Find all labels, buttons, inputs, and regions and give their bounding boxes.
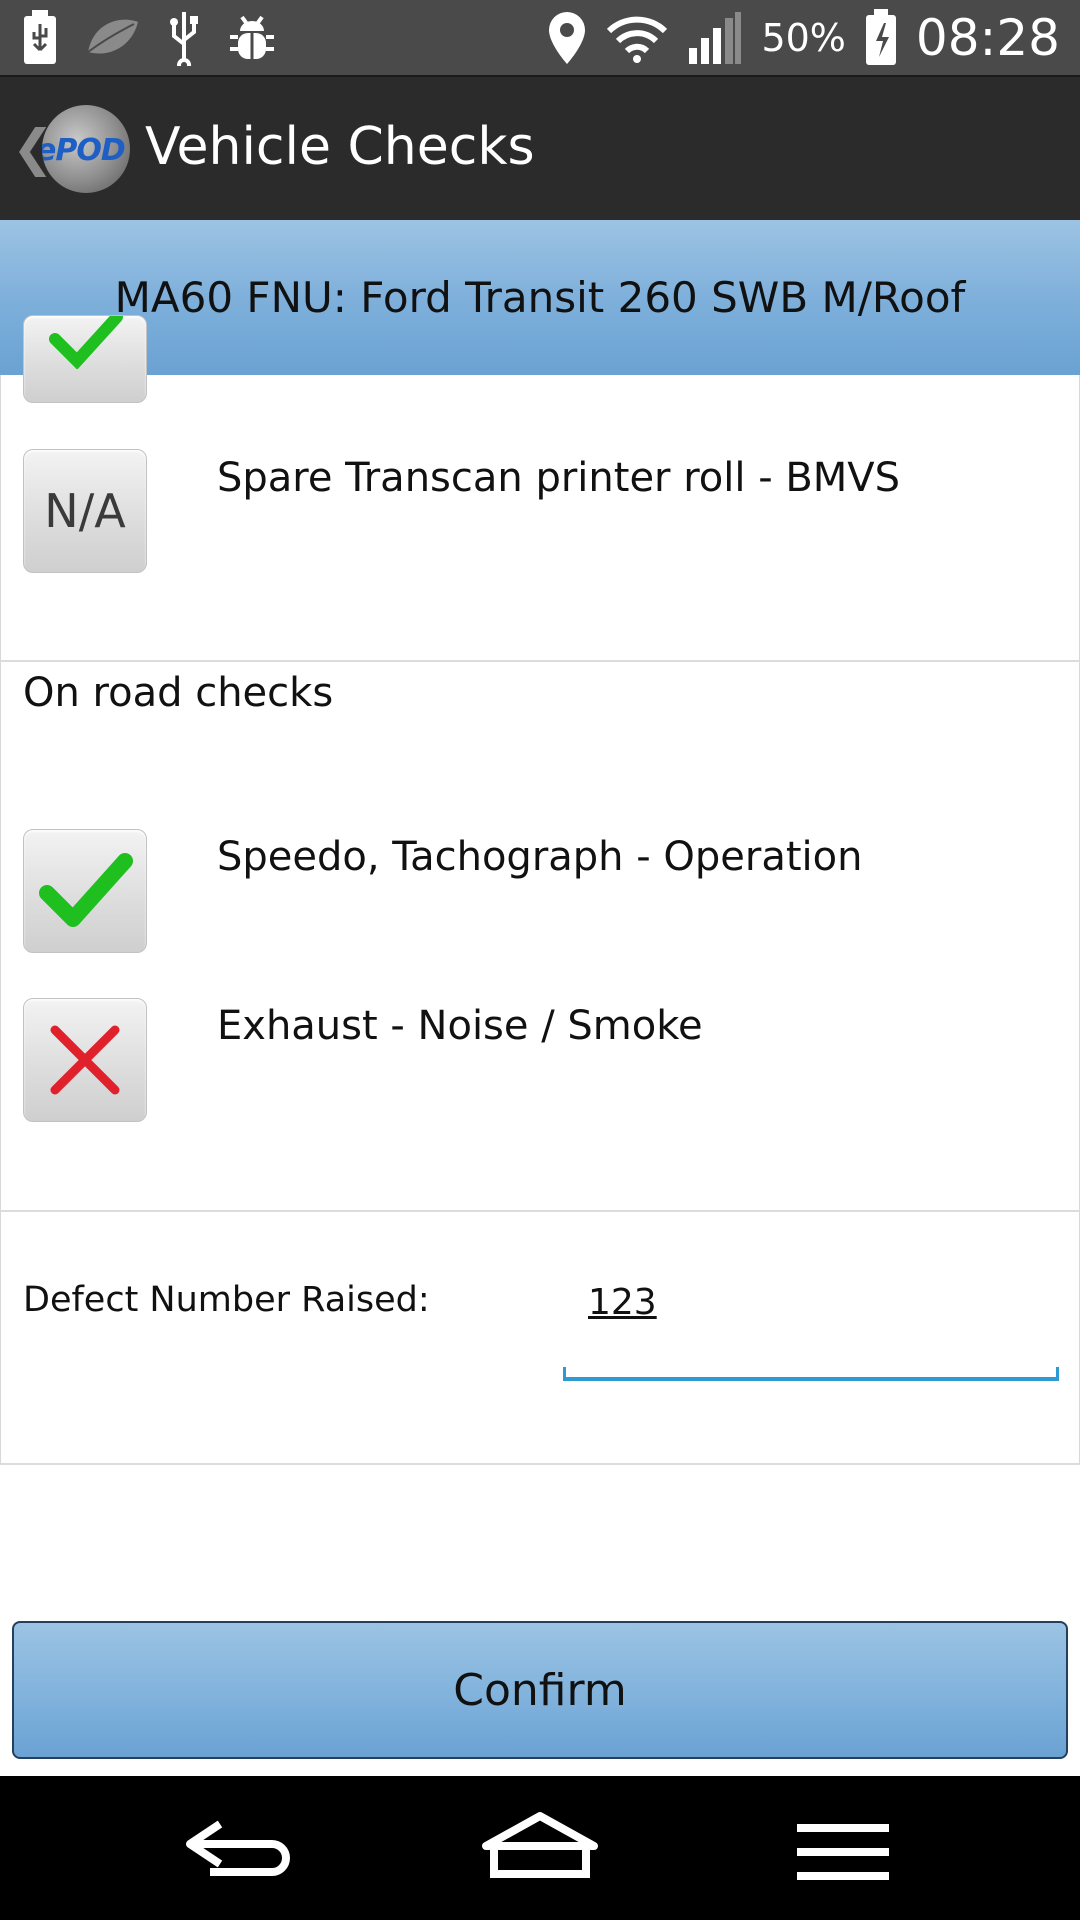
notification-icons: [22, 8, 276, 68]
app-logo[interactable]: ePOD: [42, 105, 130, 193]
cross-icon: [50, 1025, 120, 1095]
check-item-label: Spare Transcan printer roll - BMVS: [217, 455, 901, 501]
signal-icon: [689, 11, 742, 64]
menu-icon[interactable]: [783, 1806, 903, 1896]
location-icon: [549, 11, 586, 64]
action-bar: ❮ ePOD Vehicle Checks: [0, 75, 1080, 220]
check-status-pass-partial[interactable]: [23, 315, 147, 403]
na-status-text: N/A: [44, 484, 126, 538]
vehicle-header: MA60 FNU: Ford Transit 260 SWB M/Roof: [0, 220, 1080, 375]
check-item-label: Exhaust - Noise / Smoke: [217, 1003, 703, 1049]
check-status-fail-button[interactable]: [23, 998, 147, 1122]
status-bar: 50% 08:28: [0, 0, 1080, 75]
check-status-pass-button[interactable]: [23, 829, 147, 953]
page-title: Vehicle Checks: [145, 117, 535, 177]
on-road-checks-section: On road checks Speedo, Tachograph - Oper…: [0, 662, 1080, 1212]
usb-icon: [170, 12, 198, 66]
battery-percent: 50%: [761, 15, 846, 60]
home-icon[interactable]: [480, 1806, 600, 1896]
battery-usb-icon: [24, 10, 56, 64]
defect-number-input[interactable]: [563, 1257, 1058, 1347]
app-logo-text: ePOD: [42, 133, 126, 168]
defect-section: Defect Number Raised:: [0, 1212, 1080, 1465]
debug-bug-icon: [230, 15, 274, 59]
leaf-icon: [87, 19, 138, 54]
checks-section-top: N/A Spare Transcan printer roll - BMVS: [0, 315, 1080, 662]
system-navigation-bar: [0, 1776, 1080, 1920]
defect-number-label: Defect Number Raised:: [23, 1280, 430, 1320]
confirm-button[interactable]: Confirm: [12, 1621, 1068, 1759]
check-item-label: Speedo, Tachograph - Operation: [217, 834, 863, 880]
vehicle-description: MA60 FNU: Ford Transit 260 SWB M/Roof: [114, 273, 966, 322]
battery-charging-icon: [865, 8, 896, 65]
wifi-icon: [607, 16, 668, 63]
input-underline: [563, 1367, 1059, 1381]
check-mark-icon: [39, 853, 133, 927]
clock: 08:28: [915, 8, 1060, 67]
section-title: On road checks: [23, 670, 334, 716]
back-icon[interactable]: [180, 1806, 300, 1896]
system-icons: 50% 08:28: [547, 0, 1060, 75]
check-status-na-button[interactable]: N/A: [23, 449, 147, 573]
check-mark-icon: [49, 316, 123, 369]
